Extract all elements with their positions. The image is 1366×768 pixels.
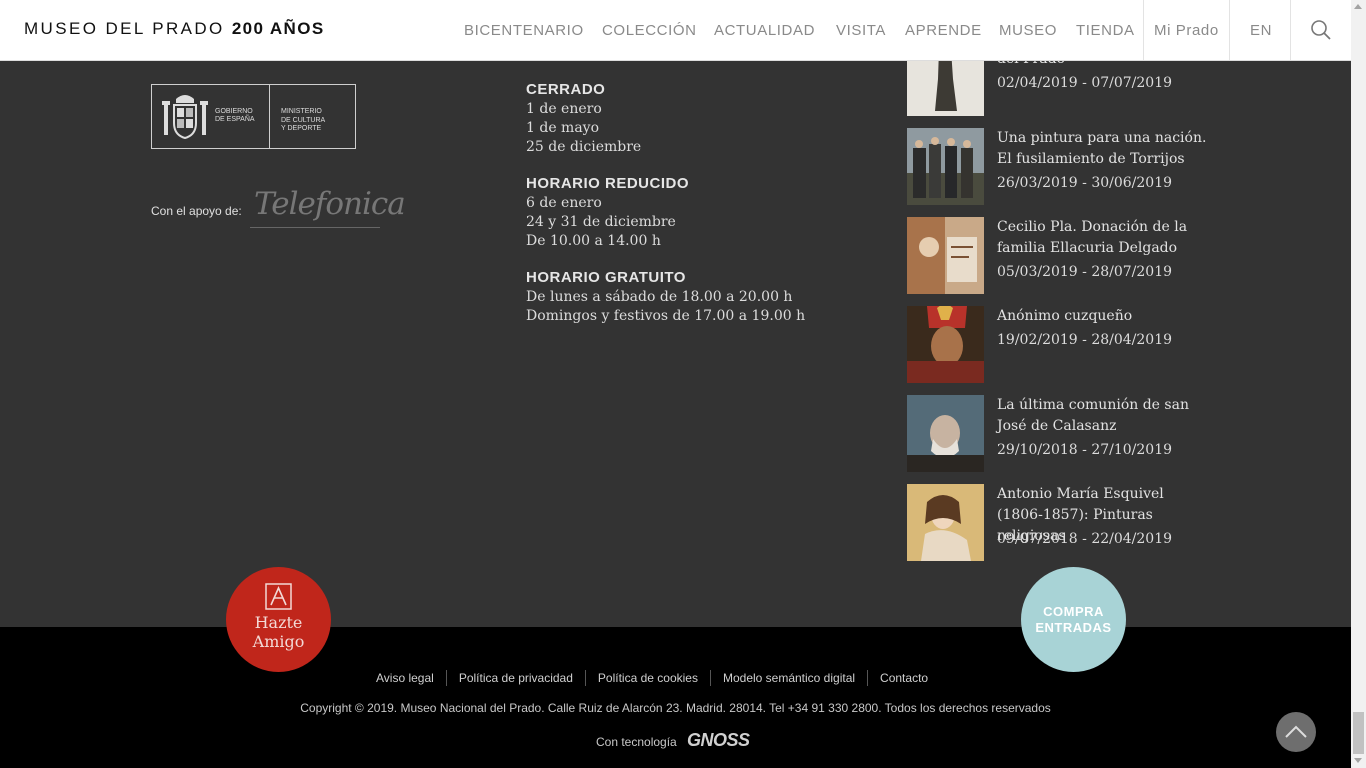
cookies-policy-link[interactable]: Política de cookies xyxy=(584,670,710,686)
logo-bold-text: 200 AÑOS xyxy=(231,19,325,38)
reduced-hours-heading: HORARIO REDUCIDO xyxy=(526,175,690,192)
telefonica-logo[interactable]: Telefonica xyxy=(254,186,406,222)
nav-bicentenario[interactable]: BICENTENARIO xyxy=(464,22,584,39)
footer-links: Aviso legal Política de privacidad Polít… xyxy=(364,670,940,686)
coat-of-arms-icon xyxy=(162,95,208,140)
free-hours-line: De lunes a sábado de 18.00 a 20.00 h xyxy=(526,289,793,305)
nav-visita[interactable]: VISITA xyxy=(836,22,886,39)
privacy-policy-link[interactable]: Política de privacidad xyxy=(445,670,585,686)
friends-emblem-icon xyxy=(265,583,292,610)
site-logo[interactable]: MUSEO DEL PRADO 200 AÑOS xyxy=(24,19,325,39)
nav-divider xyxy=(1229,0,1230,60)
top-navigation-bar: MUSEO DEL PRADO 200 AÑOS BICENTENARIO CO… xyxy=(0,0,1351,61)
become-friend-button[interactable]: Hazte Amigo xyxy=(226,567,331,672)
scroll-up-arrow-icon[interactable] xyxy=(1354,4,1362,9)
nav-museo[interactable]: MUSEO xyxy=(999,22,1057,39)
legal-notice-link[interactable]: Aviso legal xyxy=(364,670,446,686)
contact-link[interactable]: Contacto xyxy=(867,670,940,686)
exhibition-thumbnail[interactable] xyxy=(907,217,984,294)
reduced-hours-line: 6 de enero xyxy=(526,195,602,211)
footer-info-section: GOBIERNO DE ESPAÑA MINISTERIO DE CULTURA… xyxy=(0,61,1351,627)
exhibition-thumbnail[interactable] xyxy=(907,306,984,383)
exhibition-thumbnail[interactable] xyxy=(907,61,984,126)
exhibition-title[interactable]: Una pintura para una nación. El fusilami… xyxy=(997,128,1207,170)
exhibition-thumbnail[interactable] xyxy=(907,484,984,561)
nav-aprende[interactable]: APRENDE xyxy=(905,22,982,39)
free-hours-line: Domingos y festivos de 17.00 a 19.00 h xyxy=(526,308,806,324)
opening-hours: CERRADO 1 de enero 1 de mayo 25 de dicie… xyxy=(526,81,886,344)
exhibition-thumbnail[interactable] xyxy=(907,395,984,472)
exhibition-dates: 26/03/2019 - 30/06/2019 xyxy=(997,175,1173,191)
exhibition-item[interactable]: del Prado 02/04/2019 - 07/07/2019 xyxy=(907,61,1207,127)
language-switch[interactable]: EN xyxy=(1250,22,1272,39)
nav-tienda[interactable]: TIENDA xyxy=(1076,22,1135,39)
exhibition-item[interactable]: Una pintura para una nación. El fusilami… xyxy=(907,128,1207,206)
closed-heading: CERRADO xyxy=(526,81,606,98)
exhibition-dates: 02/04/2019 - 07/07/2019 xyxy=(997,75,1173,91)
government-text: GOBIERNO DE ESPAÑA xyxy=(215,108,255,123)
search-icon xyxy=(1310,20,1331,40)
reduced-hours-line: 24 y 31 de diciembre xyxy=(526,214,676,230)
site-footer: Aviso legal Política de privacidad Polít… xyxy=(0,627,1351,768)
exhibition-title[interactable]: Anónimo cuzqueño xyxy=(997,306,1207,327)
copyright-text: Copyright © 2019. Museo Nacional del Pra… xyxy=(300,701,1051,715)
back-to-top-button[interactable] xyxy=(1276,712,1316,752)
nav-actualidad[interactable]: ACTUALIDAD xyxy=(714,22,815,39)
exhibition-item[interactable]: Anónimo cuzqueño 19/02/2019 - 28/04/2019 xyxy=(907,306,1207,384)
search-button[interactable] xyxy=(1290,0,1351,60)
closed-day: 1 de enero xyxy=(526,101,602,117)
support-label: Con el apoyo de: xyxy=(151,204,242,218)
buy-tickets-button[interactable]: COMPRA ENTRADAS xyxy=(1021,567,1126,672)
closed-day: 25 de diciembre xyxy=(526,139,642,155)
scroll-down-arrow-icon[interactable] xyxy=(1354,758,1362,763)
exhibition-dates: 19/02/2019 - 28/04/2019 xyxy=(997,332,1173,348)
exhibition-title[interactable]: Cecilio Pla. Donación de la familia Ella… xyxy=(997,217,1207,259)
closed-day: 1 de mayo xyxy=(526,120,600,136)
logo-text: MUSEO DEL PRADO xyxy=(24,19,225,38)
free-hours-heading: HORARIO GRATUITO xyxy=(526,269,686,286)
nav-coleccion[interactable]: COLECCIÓN xyxy=(602,22,697,39)
gnoss-logo[interactable]: GNOSS xyxy=(687,730,750,751)
ministry-text: MINISTERIO DE CULTURA Y DEPORTE xyxy=(281,108,326,132)
exhibition-item[interactable]: Cecilio Pla. Donación de la familia Ella… xyxy=(907,217,1207,295)
become-friend-label: Hazte Amigo xyxy=(252,613,305,651)
technology-label: Con tecnología xyxy=(596,735,677,749)
buy-tickets-label: COMPRA ENTRADAS xyxy=(1035,604,1112,635)
scrollbar-thumb[interactable] xyxy=(1353,712,1364,754)
nav-mi-prado[interactable]: Mi Prado xyxy=(1154,22,1219,39)
exhibition-item[interactable]: Antonio María Esquivel (1806-1857): Pint… xyxy=(907,484,1207,562)
page-scrollbar[interactable] xyxy=(1351,0,1366,768)
reduced-hours-line: De 10.00 a 14.00 h xyxy=(526,233,661,249)
chevron-up-icon xyxy=(1285,725,1307,738)
exhibition-item[interactable]: La última comunión de san José de Calasa… xyxy=(907,395,1207,473)
government-logo[interactable]: GOBIERNO DE ESPAÑA MINISTERIO DE CULTURA… xyxy=(151,84,356,149)
nav-divider xyxy=(1143,0,1144,60)
exhibition-dates: 09/07/2018 - 22/04/2019 xyxy=(997,531,1173,547)
exhibition-title[interactable]: del Prado xyxy=(997,61,1207,70)
exhibition-dates: 05/03/2019 - 28/07/2019 xyxy=(997,264,1173,280)
logo-underline xyxy=(250,227,380,228)
exhibition-title[interactable]: La última comunión de san José de Calasa… xyxy=(997,395,1207,437)
exhibition-thumbnail[interactable] xyxy=(907,128,984,205)
exhibition-dates: 29/10/2018 - 27/10/2019 xyxy=(997,442,1173,458)
semantic-model-link[interactable]: Modelo semántico digital xyxy=(709,670,867,686)
